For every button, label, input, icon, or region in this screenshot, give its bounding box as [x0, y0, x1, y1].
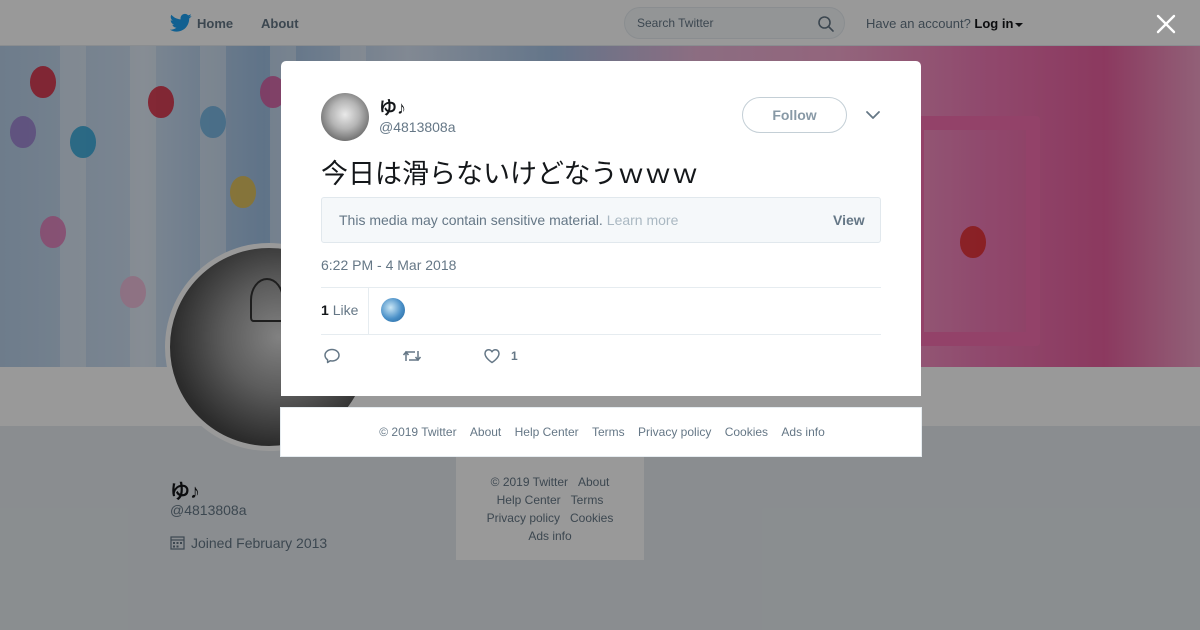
- likes-stat[interactable]: 1 Like: [321, 302, 358, 318]
- author-name[interactable]: ゆ♪: [379, 94, 406, 120]
- sensitive-media-notice: This media may contain sensitive materia…: [321, 197, 881, 243]
- chevron-down-icon[interactable]: [865, 109, 881, 121]
- footer-ads-link[interactable]: Ads info: [781, 425, 824, 439]
- tweet-modal: ゆ♪ @4813808a Follow 今日は滑らないけどなうｗｗｗ This …: [281, 61, 921, 396]
- learn-more-link[interactable]: Learn more: [607, 212, 679, 228]
- footer-terms-link[interactable]: Terms: [592, 425, 625, 439]
- stat-divider: [368, 288, 369, 334]
- like-count: 1: [511, 349, 518, 363]
- author-avatar[interactable]: [321, 93, 369, 141]
- sensitive-text: This media may contain sensitive materia…: [339, 212, 603, 228]
- liker-avatar[interactable]: [381, 298, 405, 322]
- footer-copyright: © 2019 Twitter: [379, 425, 457, 439]
- tweet-timestamp[interactable]: 6:22 PM - 4 Mar 2018: [321, 257, 456, 273]
- reply-icon[interactable]: [323, 347, 341, 365]
- view-media-button[interactable]: View: [833, 212, 865, 228]
- heart-icon[interactable]: [483, 347, 501, 365]
- sensitive-message: This media may contain sensitive materia…: [339, 212, 678, 228]
- footer-about-link[interactable]: About: [470, 425, 501, 439]
- footer-cookies-link[interactable]: Cookies: [725, 425, 768, 439]
- divider: [321, 334, 881, 335]
- modal-footer: © 2019 Twitter About Help Center Terms P…: [280, 407, 922, 457]
- footer-privacy-link[interactable]: Privacy policy: [638, 425, 711, 439]
- tweet-text: 今日は滑らないけどなうｗｗｗ: [321, 159, 699, 190]
- likes-label: Like: [332, 302, 359, 318]
- author-handle[interactable]: @4813808a: [379, 119, 456, 135]
- close-icon[interactable]: [1155, 13, 1177, 35]
- divider: [321, 287, 881, 288]
- footer-help-link[interactable]: Help Center: [515, 425, 579, 439]
- likes-number: 1: [321, 302, 329, 318]
- footer-links: © 2019 Twitter About Help Center Terms P…: [281, 425, 923, 439]
- retweet-icon[interactable]: [402, 347, 422, 365]
- follow-button[interactable]: Follow: [742, 97, 847, 133]
